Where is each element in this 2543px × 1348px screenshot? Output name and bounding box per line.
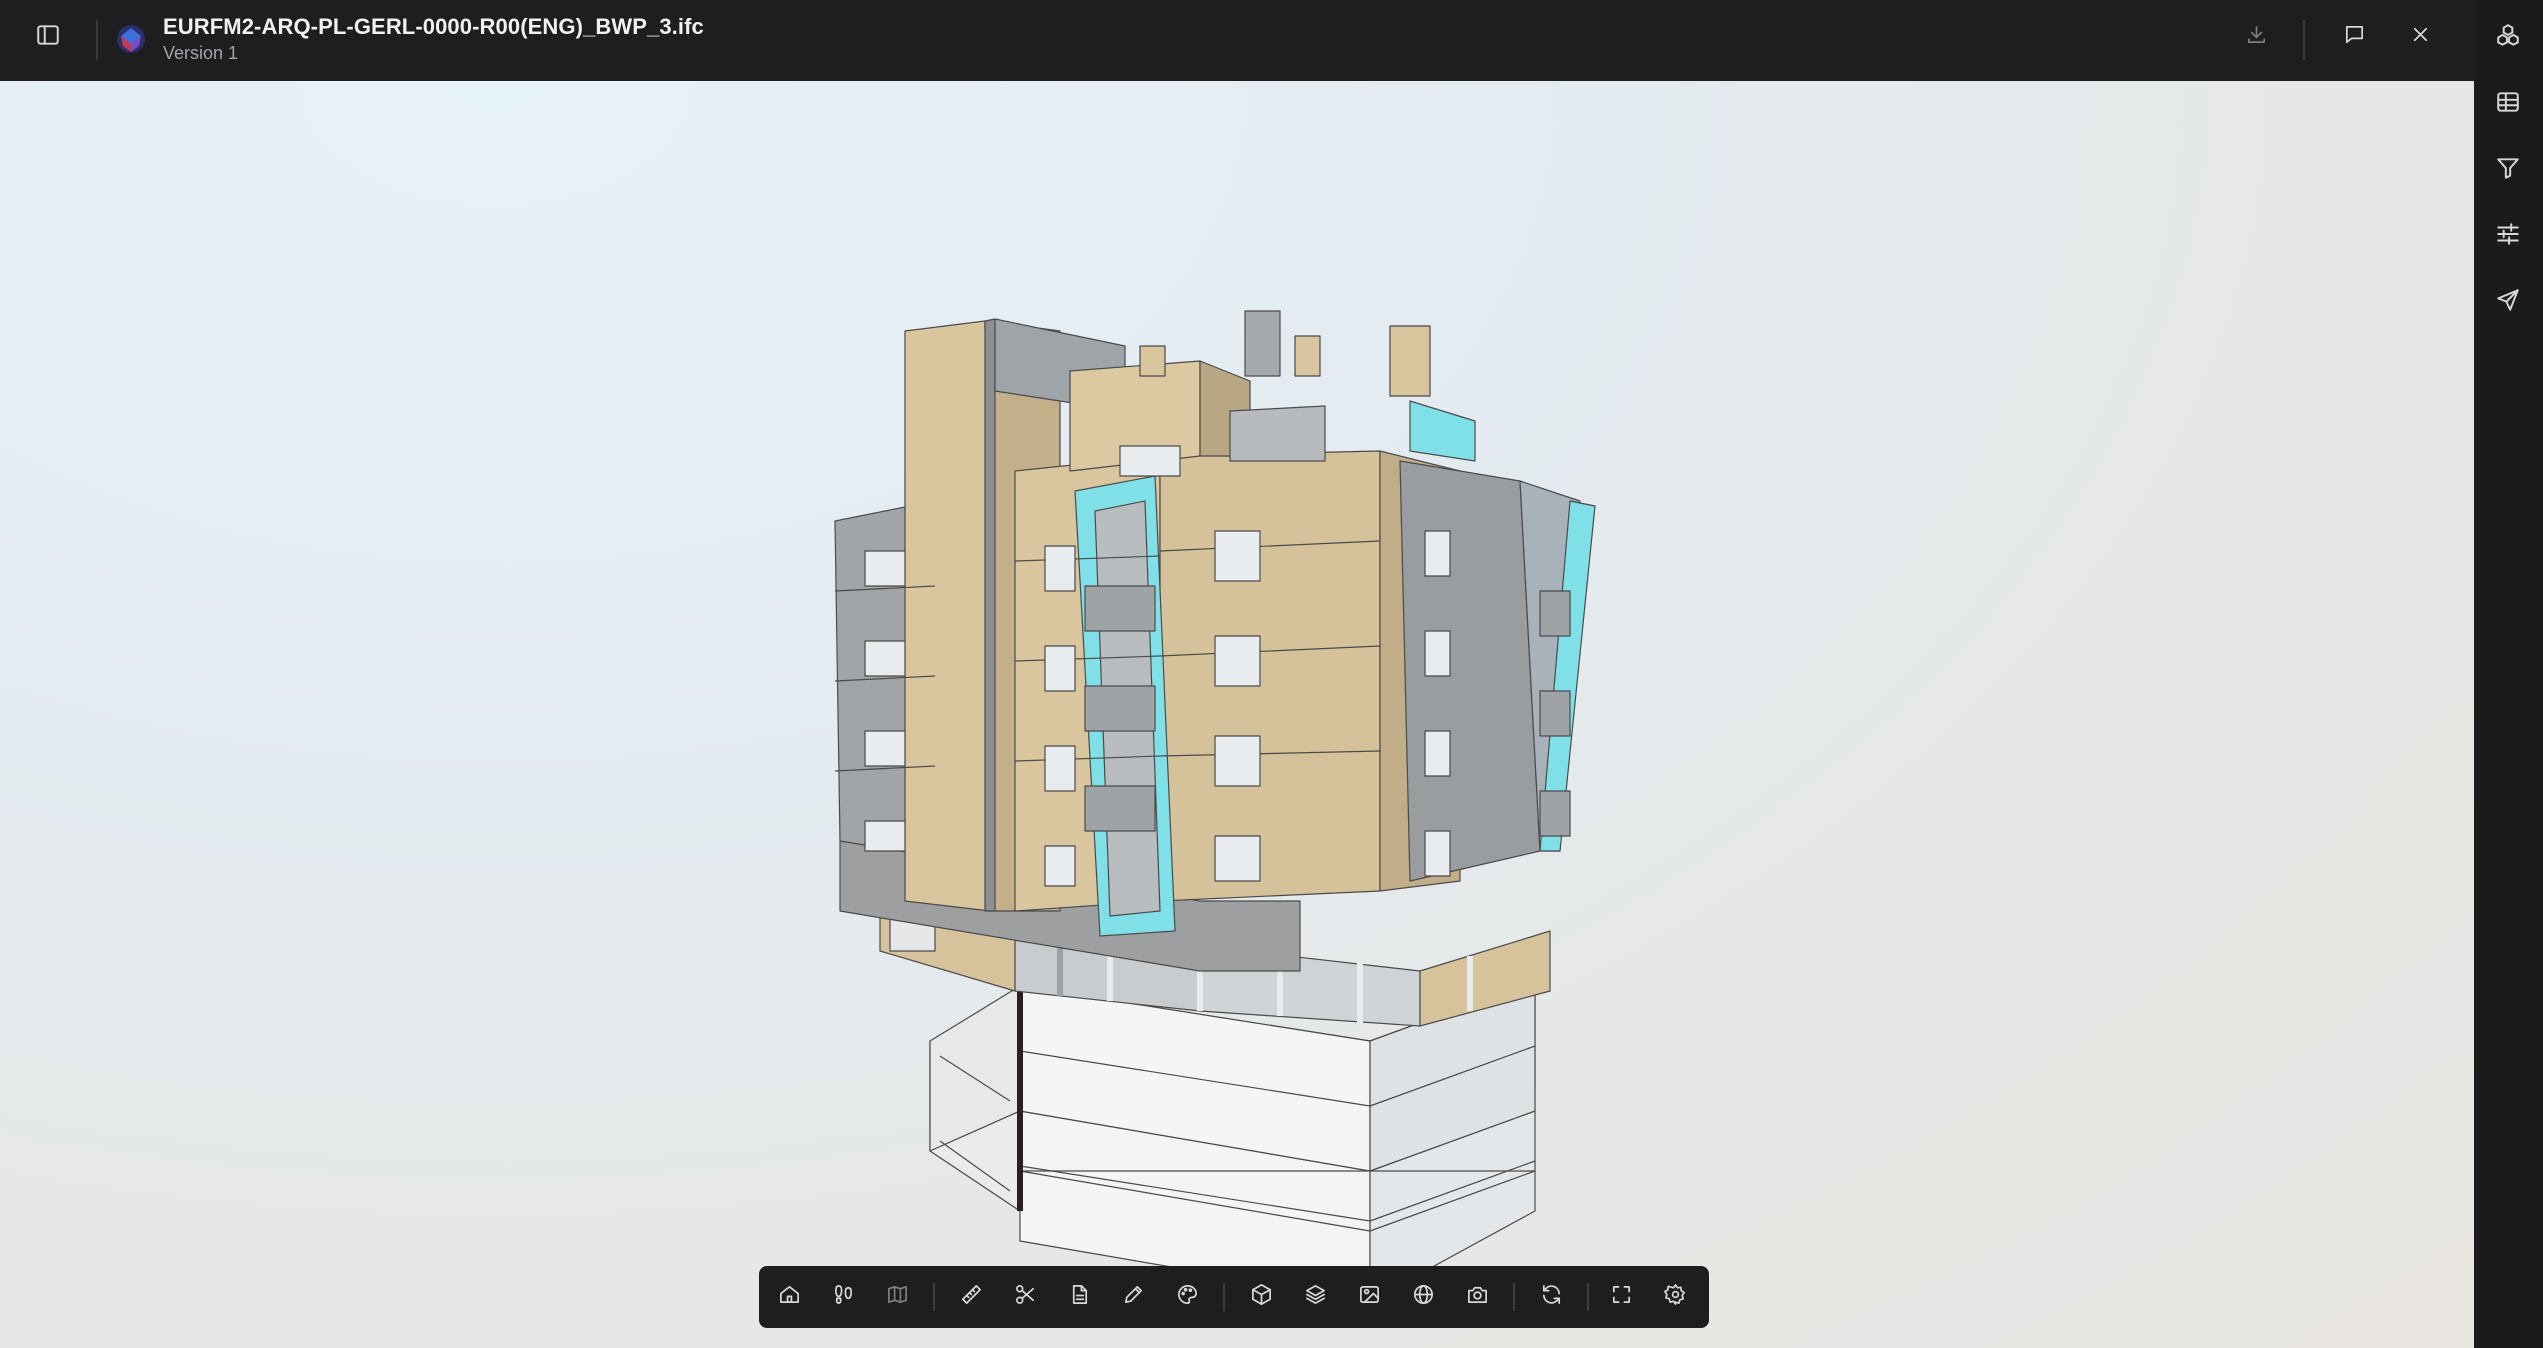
viewer-toolbar	[759, 1266, 1709, 1328]
building-model[interactable]	[780, 211, 1630, 1321]
layers-icon	[1304, 1283, 1327, 1311]
globe-icon	[1412, 1283, 1435, 1311]
download-button[interactable]	[2232, 13, 2280, 61]
cubes-icon	[2495, 23, 2521, 54]
color-button[interactable]	[1163, 1273, 1211, 1321]
comments-button[interactable]	[2330, 13, 2378, 61]
version-label: Version 1	[163, 43, 239, 63]
pencil-icon	[1122, 1283, 1145, 1311]
settings-icon	[1663, 1283, 1687, 1311]
top-bar: EURFM2-ARQ-PL-GERL-0000-R00(ENG)_BWP_3.i…	[0, 0, 2474, 81]
document-button[interactable]	[1055, 1273, 1103, 1321]
screenshot-button[interactable]	[1453, 1273, 1501, 1321]
3d-viewport[interactable]	[0, 81, 2474, 1348]
markup-button[interactable]	[1109, 1273, 1157, 1321]
divider	[933, 1283, 935, 1311]
app-logo-icon	[114, 22, 148, 56]
walk-icon	[832, 1283, 855, 1311]
table-button[interactable]	[2484, 80, 2532, 128]
cube-icon	[1250, 1283, 1273, 1311]
sliders-icon	[2495, 221, 2521, 252]
palette-icon	[1176, 1283, 1199, 1311]
table-icon	[2495, 89, 2521, 120]
map-icon	[886, 1283, 909, 1311]
filter-button[interactable]	[2484, 146, 2532, 194]
sidebar-toggle-icon	[35, 22, 61, 53]
camera-icon	[1466, 1283, 1489, 1311]
divider	[1587, 1283, 1589, 1311]
home-icon	[778, 1283, 801, 1311]
walk-mode-button[interactable]	[819, 1273, 867, 1321]
divider	[1223, 1283, 1225, 1311]
layers-button[interactable]	[1291, 1273, 1339, 1321]
view-cube-button[interactable]	[1237, 1273, 1285, 1321]
properties-button[interactable]	[2484, 212, 2532, 260]
sidebar-toggle-button[interactable]	[24, 13, 72, 61]
refresh-icon	[1540, 1283, 1563, 1311]
measure-button[interactable]	[947, 1273, 995, 1321]
right-rail	[2474, 0, 2543, 1348]
divider	[1513, 1283, 1515, 1311]
filter-icon	[2495, 155, 2521, 186]
close-icon	[2409, 23, 2432, 51]
refresh-button[interactable]	[1527, 1273, 1575, 1321]
settings-button[interactable]	[1651, 1273, 1699, 1321]
globe-button[interactable]	[1399, 1273, 1447, 1321]
fullscreen-icon	[1610, 1283, 1633, 1311]
models-button[interactable]	[2484, 14, 2532, 62]
file-name: EURFM2-ARQ-PL-GERL-0000-R00(ENG)_BWP_3.i…	[163, 14, 704, 39]
image-button[interactable]	[1345, 1273, 1393, 1321]
divider	[96, 20, 98, 60]
navigate-button[interactable]	[2484, 278, 2532, 326]
send-icon	[2495, 287, 2521, 318]
download-icon	[2245, 23, 2268, 51]
close-button[interactable]	[2396, 13, 2444, 61]
comment-icon	[2343, 23, 2366, 51]
image-icon	[1358, 1283, 1381, 1311]
map-button[interactable]	[873, 1273, 921, 1321]
document-icon	[1068, 1283, 1091, 1311]
section-button[interactable]	[1001, 1273, 1049, 1321]
home-button[interactable]	[765, 1273, 813, 1321]
fullscreen-button[interactable]	[1597, 1273, 1645, 1321]
ruler-icon	[960, 1283, 983, 1311]
divider	[2303, 20, 2305, 60]
scissors-icon	[1014, 1283, 1037, 1311]
